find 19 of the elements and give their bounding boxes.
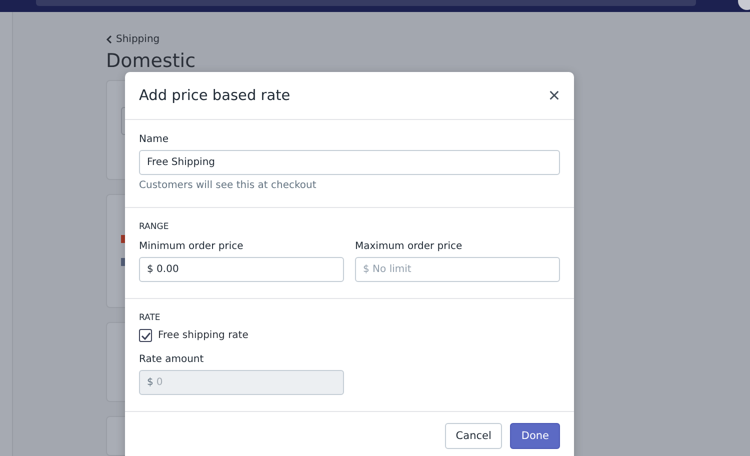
checkbox[interactable] — [139, 329, 152, 342]
field-label: Minimum order price — [139, 241, 244, 252]
field-label: Name — [139, 134, 169, 145]
dialog-title: Add price based rate — [139, 88, 290, 104]
field-label: Maximum order price — [355, 241, 462, 252]
cancel-button[interactable]: Cancel — [444, 423, 502, 449]
section-heading: RATE — [139, 313, 162, 323]
page-title: Domestic — [106, 49, 196, 73]
field-label: Rate amount — [139, 354, 204, 365]
help-text: Customers will see this at checkout — [139, 180, 318, 191]
name-field[interactable]: Free Shipping — [139, 150, 560, 175]
minimum-price-field[interactable]: $ 0.00 — [139, 257, 344, 282]
chevron-left-icon — [106, 35, 112, 44]
section-heading: RANGE — [139, 222, 170, 232]
maximum-price-field[interactable]: $ No limit — [355, 257, 560, 282]
back-link[interactable]: Shipping — [106, 34, 306, 45]
checkbox-label: Free shipping rate — [158, 330, 248, 341]
done-button[interactable]: Done — [510, 423, 560, 449]
close-button[interactable]: × — [548, 86, 560, 106]
